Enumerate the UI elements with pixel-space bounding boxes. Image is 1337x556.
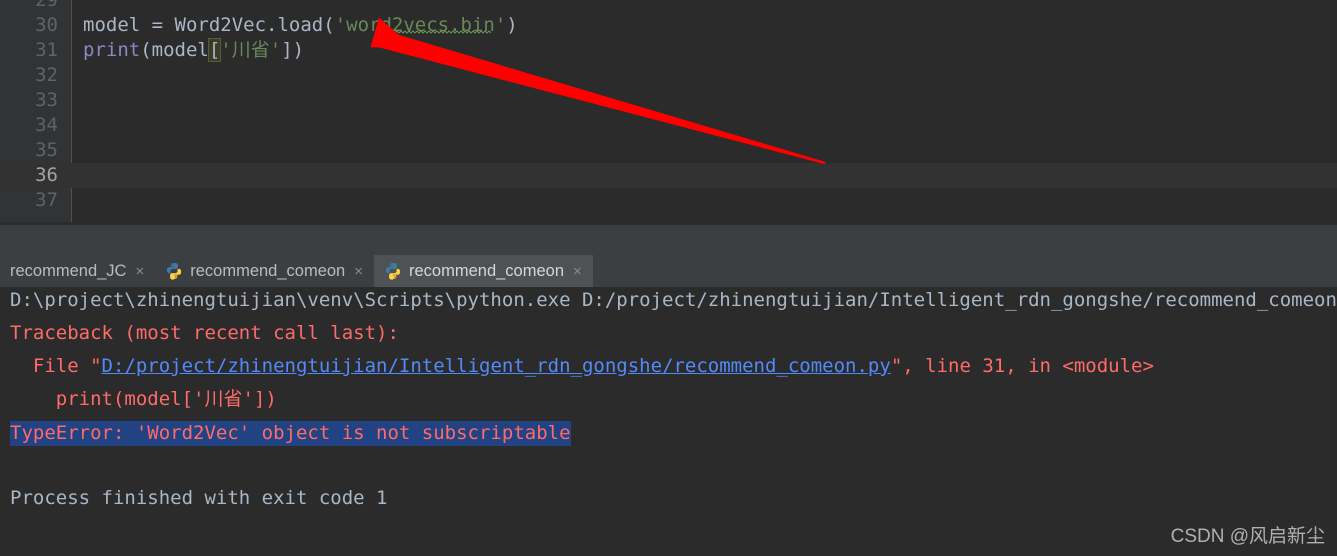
code-token: .load( [266,14,335,36]
console-error-line[interactable]: TypeError: 'Word2Vec' object is not subs… [10,421,571,446]
code-token: model [83,14,152,36]
code-token: ) [506,14,518,36]
line-number: 37 [35,189,58,211]
spellcheck-squiggle [395,30,491,34]
close-icon[interactable]: × [571,264,584,279]
console-traceback-header: Traceback (most recent call last): [10,322,399,344]
console-tab-2[interactable]: recommend_comeon × [374,255,593,287]
line-number: 33 [35,89,58,111]
run-console-output[interactable]: D:\project\zhinengtuijian\venv\Scripts\p… [0,287,1337,556]
tab-label: recommend_JC [10,261,127,280]
console-error-line-wrap: TypeError: 'Word2Vec' object is not subs… [10,421,571,446]
editor-line-35[interactable]: 35 [0,138,1337,163]
code-token: ]) [281,39,305,61]
editor-line-29[interactable]: 29 [0,0,1337,13]
editor-line-37[interactable]: 37 [0,188,1337,213]
line-number: 36 [35,164,58,186]
editor-line-34[interactable]: 34 [0,113,1337,138]
console-file-line: File "D:/project/zhinengtuijian/Intellig… [10,355,1154,377]
tab-label: recommend_comeon [190,261,346,280]
console-tab-1[interactable]: recommend_comeon × [155,255,374,287]
close-icon[interactable]: × [352,264,365,279]
editor-line-content: model = Word2Vec.load('word2vecs.bin') [83,13,518,38]
console-process-finished-line: Process finished with exit code 1 [10,487,388,509]
console-tab-0[interactable]: recommend_JC × [0,255,156,287]
tab-label: recommend_comeon [409,261,564,280]
code-editor[interactable]: 29 30 model = Word2Vec.load('word2vecs.bin… [0,0,1337,225]
code-token: (model [140,39,209,61]
python-icon [165,262,183,280]
console-command-line: D:\project\zhinengtuijian\venv\Scripts\p… [10,289,1337,311]
line-number: 34 [35,114,58,136]
editor-line-36[interactable]: 36 [0,163,1337,188]
editor-line-33[interactable]: 33 [0,88,1337,113]
code-token: print [83,39,141,61]
console-file-prefix: File " [10,355,102,377]
editor-line-31[interactable]: 31 print(model['川省']) [0,38,1337,63]
line-number: 35 [35,139,58,161]
tab-bar-filler [592,255,1337,287]
editor-line-30[interactable]: 30 model = Word2Vec.load('word2vecs.bin') [0,13,1337,38]
code-token: Word2Vec [174,14,267,36]
close-icon[interactable]: × [133,264,146,279]
run-console-tab-bar[interactable]: recommend_JC × recommend_comeon × recommend_… [0,255,1337,287]
python-icon [384,262,402,280]
console-source-line: print(model['川省']) [10,388,277,410]
line-number: 30 [35,14,58,36]
editor-line-content: print(model['川省']) [83,38,304,63]
code-token: [ [207,38,222,62]
console-file-suffix: ", line 31, in <module> [890,355,1154,377]
csdn-watermark: CSDN @风启新尘 [1170,526,1325,547]
code-token: = [151,14,175,36]
line-number: 31 [35,39,58,61]
line-number: 32 [35,64,58,86]
code-token: '川省' [220,39,282,61]
editor-line-32[interactable]: 32 [0,63,1337,88]
editor-line-list: 29 30 model = Word2Vec.load('word2vecs.bin… [0,0,1337,225]
line-number: 29 [35,0,58,11]
console-file-link[interactable]: D:/project/zhinengtuijian/Intelligent_rd… [102,355,891,377]
toolwindow-gap-band [0,225,1337,255]
